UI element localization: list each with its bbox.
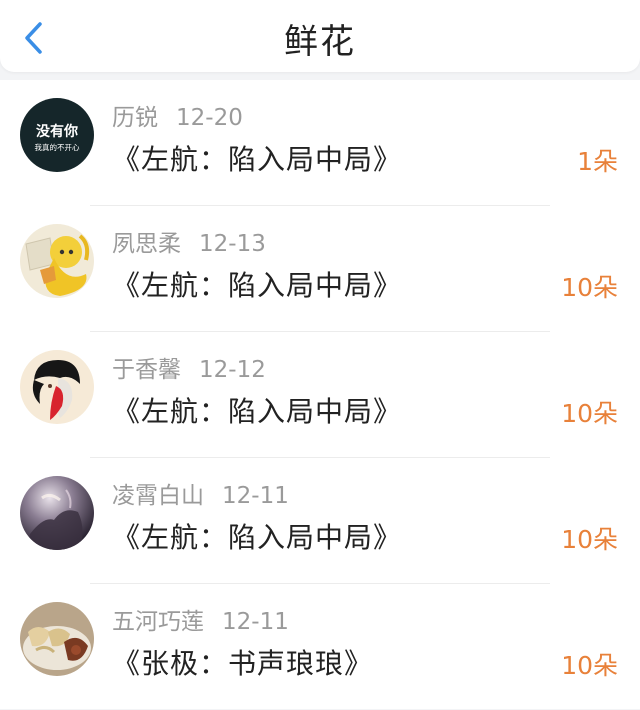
page-title: 鲜花 — [284, 22, 356, 62]
avatar[interactable] — [20, 224, 94, 298]
avatar-text-main: 没有你 — [36, 123, 78, 140]
book-title[interactable]: 《左航：陷入局中局》 — [112, 516, 402, 556]
user-name[interactable]: 五河巧莲 — [112, 609, 204, 635]
book-title[interactable]: 《左航：陷入局中局》 — [112, 390, 402, 430]
avatar[interactable] — [20, 350, 94, 424]
list-item[interactable]: 凌霄白山 12-11 《左航：陷入局中局》 10朵 — [0, 458, 640, 584]
avatar[interactable]: 没有你 我真的不开心 — [20, 98, 94, 172]
user-name[interactable]: 历锐 — [112, 105, 158, 131]
gift-date: 12-11 — [222, 609, 289, 635]
flower-count: 10朵 — [561, 399, 618, 428]
header-bar: 鲜花 — [0, 0, 640, 72]
user-name[interactable]: 于香馨 — [112, 357, 181, 383]
gift-date: 12-12 — [199, 357, 266, 383]
user-name[interactable]: 凌霄白山 — [112, 483, 204, 509]
flower-count: 10朵 — [561, 525, 618, 554]
flower-count: 10朵 — [561, 273, 618, 302]
avatar-text-sub: 我真的不开心 — [35, 142, 80, 152]
flower-count: 1朵 — [577, 147, 618, 176]
flower-count: 10朵 — [561, 651, 618, 680]
list-item[interactable]: 夙思柔 12-13 《左航：陷入局中局》 10朵 — [0, 206, 640, 332]
gift-date: 12-13 — [199, 231, 266, 257]
gift-date: 12-11 — [222, 483, 289, 509]
avatar[interactable] — [20, 602, 94, 676]
user-name[interactable]: 夙思柔 — [112, 231, 181, 257]
avatar[interactable] — [20, 476, 94, 550]
list-item[interactable]: 于香馨 12-12 《左航：陷入局中局》 10朵 — [0, 332, 640, 458]
book-title[interactable]: 《左航：陷入局中局》 — [112, 264, 402, 304]
list-item[interactable]: 没有你 我真的不开心 历锐 12-20 《左航：陷入局中局》 1朵 — [0, 80, 640, 206]
book-title[interactable]: 《左航：陷入局中局》 — [112, 138, 402, 178]
gift-date: 12-20 — [176, 105, 243, 131]
flower-list: 没有你 我真的不开心 历锐 12-20 《左航：陷入局中局》 1朵 夙思柔 12… — [0, 80, 640, 709]
book-title[interactable]: 《张极：书声琅琅》 — [112, 642, 373, 682]
list-item[interactable]: 五河巧莲 12-11 《张极：书声琅琅》 10朵 — [0, 584, 640, 710]
